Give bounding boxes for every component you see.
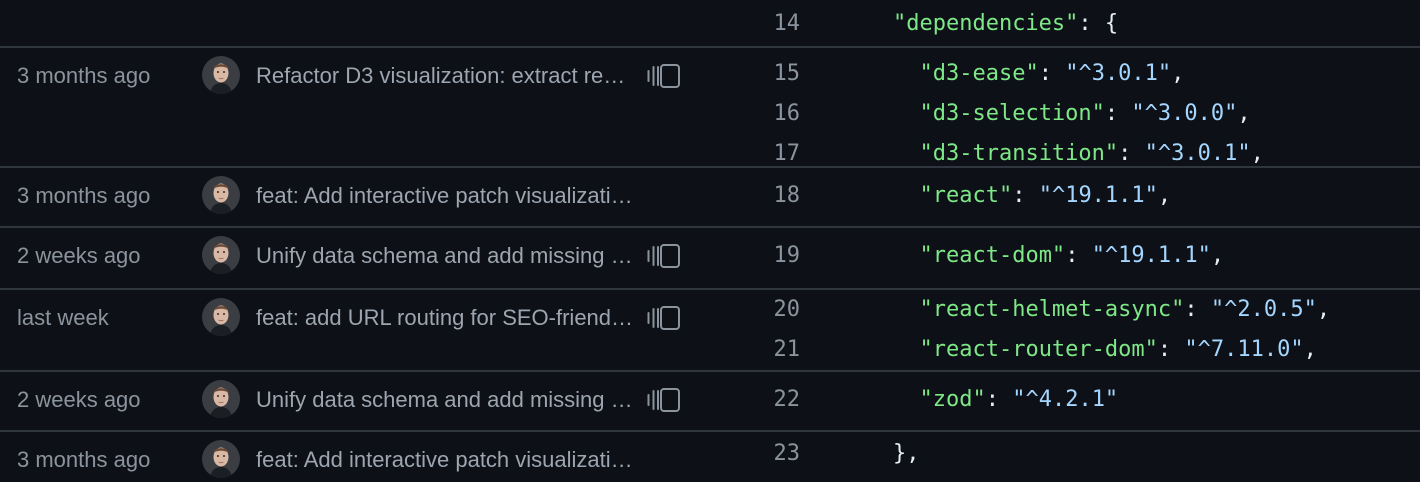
blame-hunk: 3 months ago Refactor D3 visualization: e…	[0, 48, 1420, 168]
blame-hunk: 2 weeks ago Unify data schema and add mis…	[0, 228, 1420, 290]
json-string-value: "^4.2.1"	[1012, 387, 1119, 412]
json-key: "react-helmet-async"	[919, 297, 1185, 322]
line-number[interactable]: 22	[750, 380, 801, 420]
json-string-value: "^2.0.5"	[1210, 297, 1317, 322]
json-key: "react-router-dom"	[919, 337, 1158, 362]
line-number[interactable]: 18	[750, 176, 801, 216]
code-line: 19 "react-dom": "^19.1.1",	[0, 236, 1420, 276]
code-line: 15 "d3-ease": "^3.0.1",	[0, 54, 1420, 94]
code-line: 16 "d3-selection": "^3.0.0",	[0, 94, 1420, 134]
line-number[interactable]: 15	[750, 54, 801, 94]
json-colon: :	[1065, 243, 1092, 268]
code-content: "zod": "^4.2.1"	[840, 380, 1118, 420]
json-punctuation: ,	[1171, 61, 1185, 86]
json-key: "zod"	[919, 387, 986, 412]
json-key: "react-dom"	[919, 243, 1066, 268]
json-colon: :	[1157, 337, 1185, 362]
code-line: 14 "dependencies": {	[0, 4, 1420, 44]
line-number[interactable]: 21	[750, 330, 801, 370]
code-content: "dependencies": {	[840, 4, 1118, 44]
line-number[interactable]: 23	[750, 434, 801, 474]
json-key: "d3-transition"	[919, 141, 1119, 166]
json-string-value: "^3.0.1"	[1065, 61, 1172, 86]
code-content: },	[840, 434, 920, 474]
json-key: "d3-ease"	[919, 61, 1039, 86]
line-number[interactable]: 16	[750, 94, 801, 134]
json-punctuation: ,	[1303, 337, 1317, 362]
json-string-value: "^3.0.0"	[1131, 101, 1238, 126]
line-number[interactable]: 19	[750, 236, 801, 276]
json-punctuation: ,	[1210, 243, 1225, 268]
json-key: "d3-selection"	[919, 101, 1105, 126]
code-line: 22 "zod": "^4.2.1"	[0, 380, 1420, 420]
json-punctuation: ,	[1250, 141, 1264, 166]
json-colon: :	[1078, 11, 1105, 36]
blame-hunk: 3 months ago feat: Add interactive patch …	[0, 432, 1420, 482]
code-content: "react-helmet-async": "^2.0.5",	[840, 290, 1330, 330]
blame-hunk: 3 months ago feat: Add interactive patch …	[0, 168, 1420, 228]
line-number[interactable]: 14	[750, 4, 801, 44]
code-line: 20 "react-helmet-async": "^2.0.5",	[0, 290, 1420, 330]
json-punctuation: ,	[1237, 101, 1251, 126]
json-key: "dependencies"	[892, 11, 1079, 36]
json-colon: :	[1184, 297, 1211, 322]
json-colon: :	[1012, 183, 1039, 208]
json-string-value: "^7.11.0"	[1184, 337, 1304, 362]
code-content: "react-dom": "^19.1.1",	[840, 236, 1224, 276]
code-content: "react": "^19.1.1",	[840, 176, 1171, 216]
json-string-value: "^19.1.1"	[1091, 243, 1211, 268]
blame-view: 14 "dependencies": {3 months ago Refactor…	[0, 0, 1420, 482]
blame-hunk: 14 "dependencies": {	[0, 0, 1420, 48]
json-key: "react"	[919, 183, 1013, 208]
json-punctuation: },	[892, 441, 920, 466]
json-string-value: "^19.1.1"	[1038, 183, 1158, 208]
json-colon: :	[1038, 61, 1066, 86]
json-colon: :	[1104, 101, 1132, 126]
json-colon: :	[1118, 141, 1145, 166]
line-number[interactable]: 20	[750, 290, 801, 330]
code-line: 18 "react": "^19.1.1",	[0, 176, 1420, 216]
json-punctuation: ,	[1157, 183, 1172, 208]
code-line: 21 "react-router-dom": "^7.11.0",	[0, 330, 1420, 370]
json-colon: :	[985, 387, 1013, 412]
blame-hunk: last week feat: add URL routing for SEO-f…	[0, 290, 1420, 372]
json-punctuation: ,	[1316, 297, 1331, 322]
code-content: "d3-ease": "^3.0.1",	[840, 54, 1184, 94]
code-content: "d3-selection": "^3.0.0",	[840, 94, 1251, 134]
json-punctuation: {	[1104, 11, 1119, 36]
code-content: "react-router-dom": "^7.11.0",	[840, 330, 1317, 370]
json-string-value: "^3.0.1"	[1144, 141, 1251, 166]
code-line: 23 },	[0, 434, 1420, 474]
blame-hunk: 2 weeks ago Unify data schema and add mis…	[0, 372, 1420, 432]
